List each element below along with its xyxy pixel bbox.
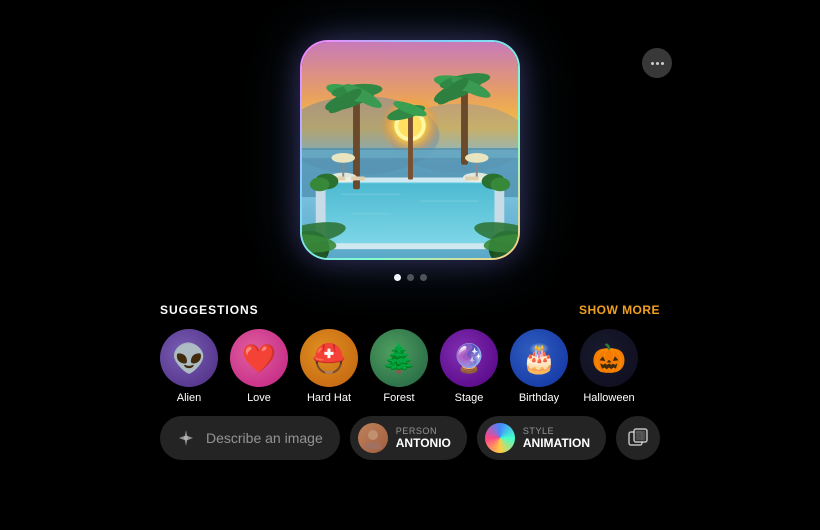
person-pill-label: PERSON ANTONIO xyxy=(396,426,451,450)
suggestion-item[interactable]: ⛑️ Hard Hat xyxy=(300,329,358,404)
suggestions-section: SUGGESTIONS SHOW MORE 👽 Alien ❤️ Love ⛑️ Hard… xyxy=(0,303,820,404)
pagination-dot-3[interactable] xyxy=(420,274,427,281)
style-label-top: STYLE xyxy=(523,426,590,436)
person-pill[interactable]: PERSON ANTONIO xyxy=(350,416,467,460)
style-pill[interactable]: STYLE ANIMATION xyxy=(477,416,606,460)
suggestions-header: SUGGESTIONS SHOW MORE xyxy=(160,303,660,317)
person-label-bottom: ANTONIO xyxy=(396,436,451,450)
suggestion-icon: 🎂 xyxy=(510,329,568,387)
more-options-button[interactable] xyxy=(642,48,672,78)
generated-image xyxy=(302,42,518,258)
suggestion-item[interactable]: 🔮 Stage xyxy=(440,329,498,404)
suggestion-item[interactable]: 👽 Alien xyxy=(160,329,218,404)
gallery-icon xyxy=(627,427,649,449)
suggestion-icon: ❤️ xyxy=(230,329,288,387)
suggestions-label: SUGGESTIONS xyxy=(160,303,259,317)
suggestion-name: Forest xyxy=(383,392,414,404)
style-pill-label: STYLE ANIMATION xyxy=(523,426,590,450)
suggestion-name: Hard Hat xyxy=(307,392,351,404)
suggestion-icon: 👽 xyxy=(160,329,218,387)
suggestion-icon: 🎃 xyxy=(580,329,638,387)
person-avatar xyxy=(358,423,388,453)
bottom-bar: Describe an image PERSON ANTONIO STYLE A… xyxy=(0,404,820,460)
suggestion-icon: 🔮 xyxy=(440,329,498,387)
suggestion-item[interactable]: 🌲 Forest xyxy=(370,329,428,404)
person-label-top: PERSON xyxy=(396,426,451,436)
image-frame xyxy=(300,40,520,260)
image-display-section xyxy=(300,0,520,281)
describe-placeholder: Describe an image xyxy=(206,430,323,446)
suggestion-item[interactable]: ❤️ Love xyxy=(230,329,288,404)
pagination-dot-1[interactable] xyxy=(394,274,401,281)
suggestions-row: 👽 Alien ❤️ Love ⛑️ Hard Hat 🌲 Forest 🔮 Stage 🎂 Birt… xyxy=(160,329,660,404)
suggestion-icon: 🌲 xyxy=(370,329,428,387)
suggestion-name: Alien xyxy=(177,392,201,404)
pagination-dots xyxy=(394,274,427,281)
suggestion-icon: ⛑️ xyxy=(300,329,358,387)
suggestion-name: Stage xyxy=(455,392,484,404)
gallery-button[interactable] xyxy=(616,416,660,460)
suggestion-name: Love xyxy=(247,392,271,404)
show-more-button[interactable]: SHOW MORE xyxy=(579,303,660,317)
style-label-bottom: ANIMATION xyxy=(523,436,590,450)
style-ball xyxy=(485,423,515,453)
suggestion-name: Halloween xyxy=(583,392,634,404)
suggestion-name: Birthday xyxy=(519,392,559,404)
pagination-dot-2[interactable] xyxy=(407,274,414,281)
suggestion-item[interactable]: 🎂 Birthday xyxy=(510,329,568,404)
describe-input[interactable]: Describe an image xyxy=(160,416,340,460)
sparkle-icon xyxy=(176,428,196,448)
suggestion-item[interactable]: 🎃 Halloween xyxy=(580,329,638,404)
